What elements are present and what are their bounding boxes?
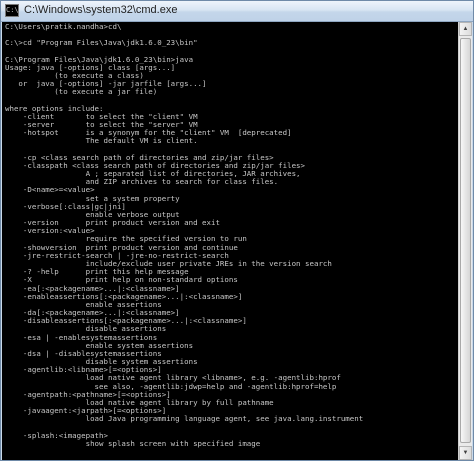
scroll-up-button[interactable]: ▲	[459, 22, 472, 36]
console-line: C:\>cd "Program Files\Java\jdk1.6.0_23\b…	[5, 38, 198, 48]
scroll-down-button[interactable]: ▼	[459, 446, 472, 460]
console-line: The default VM is client.	[5, 136, 198, 146]
console-text: C:\Users\pratik.nandha>cd\ C:\>cd "Progra…	[5, 22, 364, 456]
scroll-thumb[interactable]	[460, 38, 471, 443]
cmd-window: C:\ C:\Windows\system32\cmd.exe C:\Users…	[0, 0, 474, 461]
console-line: (to execute a jar file)	[5, 87, 158, 97]
window-title: C:\Windows\system32\cmd.exe	[24, 4, 178, 16]
title-bar[interactable]: C:\ C:\Windows\system32\cmd.exe	[1, 1, 473, 22]
vertical-scrollbar[interactable]: ▲ ▼	[458, 22, 472, 460]
console-icon[interactable]: C:\	[5, 4, 19, 17]
console-output[interactable]: C:\Users\pratik.nandha>cd\ C:\>cd "Progra…	[2, 22, 458, 460]
console-line: C:\Users\pratik.nandha>cd\	[5, 22, 122, 31]
console-line: show splash screen with specified image	[5, 438, 261, 448]
console-line: load Java programming language agent, se…	[5, 414, 364, 424]
